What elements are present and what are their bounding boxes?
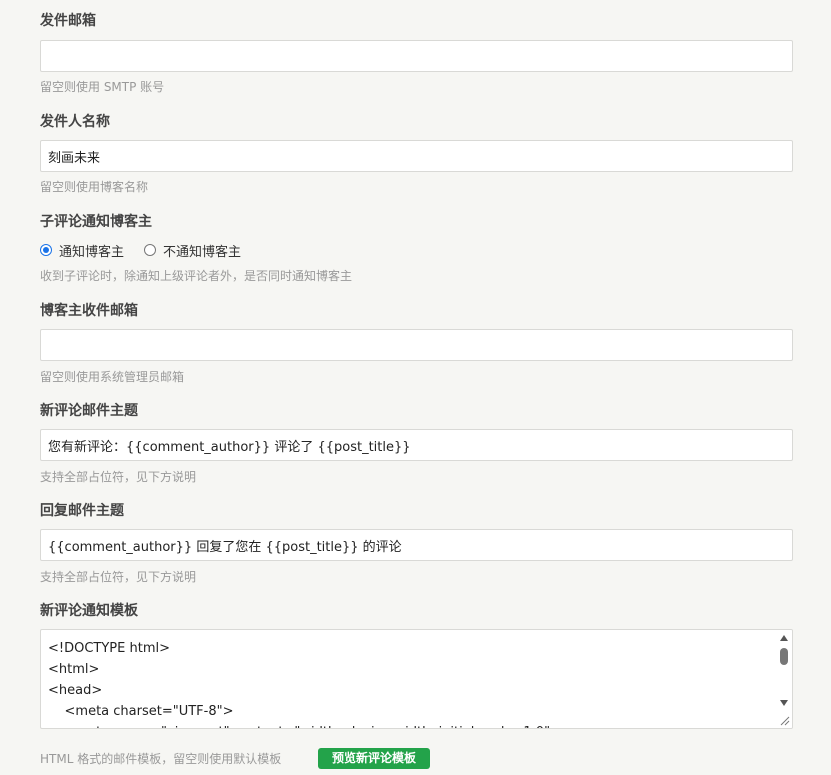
reply-subject-input[interactable]	[40, 529, 793, 561]
child-comment-notify-help: 收到子评论时，除通知上级评论者外，是否同时通知博客主	[40, 269, 353, 283]
radio-notify-owner-label: 通知博客主	[59, 244, 125, 260]
sender-email-help: 留空则使用 SMTP 账号	[40, 80, 165, 94]
child-comment-notify-radio-group: 通知博客主 不通知博客主	[40, 240, 261, 260]
preview-new-comment-template-button[interactable]: 预览新评论模板	[318, 748, 431, 769]
owner-email-input[interactable]	[40, 329, 793, 361]
radio-not-notify-owner-control[interactable]	[144, 244, 157, 256]
reply-subject-help: 支持全部占位符，见下方说明	[40, 570, 197, 584]
sender-name-label: 发件人名称	[40, 114, 110, 130]
new-comment-subject-help: 支持全部占位符，见下方说明	[40, 470, 197, 484]
radio-not-notify-owner-label: 不通知博客主	[163, 244, 242, 260]
owner-email-label: 博客主收件邮箱	[40, 303, 138, 319]
sender-email-input[interactable]	[40, 40, 793, 72]
new-comment-template-help: HTML 格式的邮件模板，留空则使用默认模板	[40, 752, 282, 766]
reply-subject-label: 回复邮件主题	[40, 503, 124, 519]
owner-email-help: 留空则使用系统管理员邮箱	[40, 370, 185, 384]
new-comment-subject-label: 新评论邮件主题	[40, 403, 138, 419]
resize-grip-icon[interactable]	[777, 713, 791, 727]
radio-notify-owner-control[interactable]	[40, 244, 52, 256]
child-comment-notify-label: 子评论通知博客主	[40, 214, 152, 230]
new-comment-template-label: 新评论通知模板	[40, 603, 138, 619]
new-comment-template-textarea[interactable]: <!DOCTYPE html> <html> <head> <meta char…	[40, 629, 793, 729]
new-comment-template-content[interactable]: <!DOCTYPE html> <html> <head> <meta char…	[48, 638, 772, 728]
sender-email-label: 发件邮箱	[40, 13, 96, 29]
sender-name-input[interactable]	[40, 140, 793, 172]
scroll-down-arrow-icon[interactable]	[780, 700, 788, 706]
scroll-thumb[interactable]	[780, 648, 788, 665]
comment-mail-settings-form: 发件邮箱 留空则使用 SMTP 账号 发件人名称 留空则使用博客名称 子评论通知…	[0, 0, 831, 775]
scroll-up-arrow-icon[interactable]	[780, 635, 788, 641]
radio-notify-owner[interactable]: 通知博客主	[40, 241, 124, 260]
new-comment-subject-input[interactable]	[40, 429, 793, 461]
sender-name-help: 留空则使用博客名称	[40, 180, 149, 194]
radio-not-notify-owner[interactable]: 不通知博客主	[144, 241, 241, 260]
